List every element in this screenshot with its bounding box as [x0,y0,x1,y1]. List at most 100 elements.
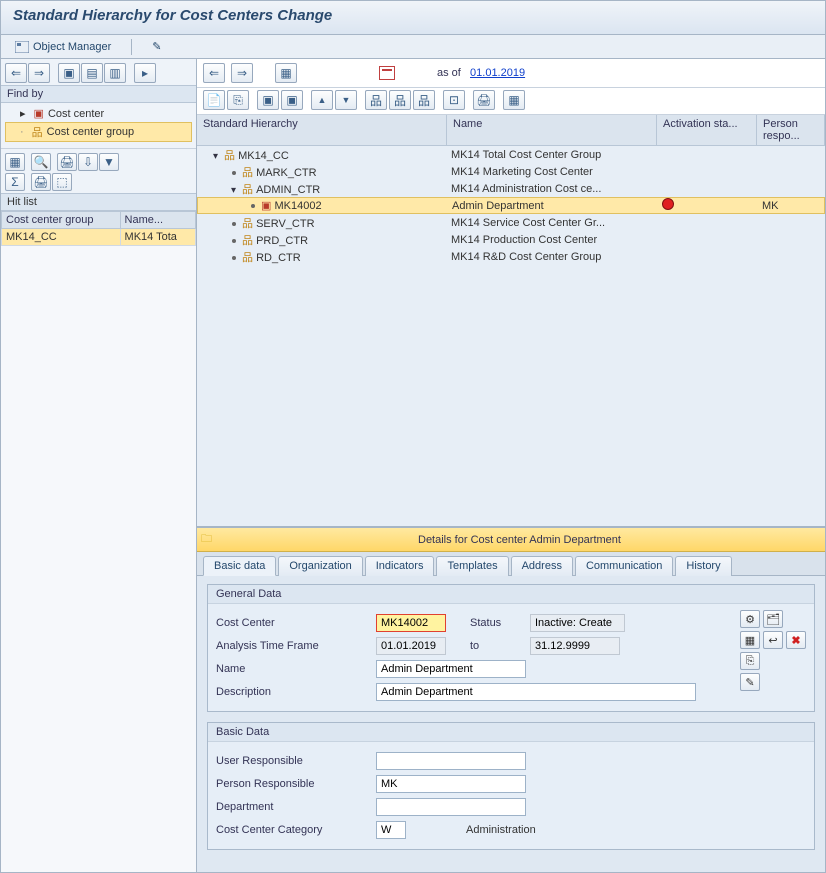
hit-col-group[interactable]: Cost center group [2,212,121,229]
tree-node-person [757,154,825,156]
hierarchy-icon: 品 [242,218,253,230]
tab-basic-data[interactable]: Basic data [203,556,276,576]
to-label: to [470,640,530,652]
copy-button[interactable]: ⎘ [740,652,760,670]
tree-row[interactable]: 品 PRD_CTRMK14 Production Cost Center [197,231,825,248]
user-responsible-input[interactable] [376,752,526,770]
find-button[interactable]: ⊡ [443,90,465,110]
nav-forward-button[interactable]: ⇒ [28,63,50,83]
tree-row[interactable]: ▣ MK14002Admin DepartmentMK [197,197,825,214]
tree-row[interactable]: 品 SERV_CTRMK14 Service Cost Center Gr... [197,214,825,231]
hit-row[interactable]: MK14_CC MK14 Tota [2,229,196,246]
nav-back-button[interactable]: ⇐ [203,63,225,83]
tree-row[interactable]: 品 RD_CTRMK14 R&D Cost Center Group [197,248,825,265]
edit-button[interactable]: ✎ [146,39,167,54]
tree-node-id: RD_CTR [256,252,301,264]
tree-row[interactable]: 品 MARK_CTRMK14 Marketing Cost Center [197,163,825,180]
name-input[interactable] [376,660,526,678]
person-responsible-input[interactable] [376,775,526,793]
department-label: Department [216,801,376,813]
collapse-icon[interactable]: ▾ [211,153,220,162]
tool4-button[interactable]: ↩ [763,631,783,649]
nav-back-button[interactable]: ⇐ [5,63,27,83]
hit-list: Cost center group Name... MK14_CC MK14 T… [1,211,196,872]
tree-node-activation [657,256,757,258]
find-item-cost-center[interactable]: ▸ ▣ Cost center [5,105,192,122]
delete-button[interactable]: ✖ [786,631,806,649]
cost-center-input[interactable] [376,614,446,632]
copy-button[interactable]: ⎘ [227,90,249,110]
layout2-button[interactable]: ▤ [81,63,103,83]
up-button[interactable]: ▲ [311,90,333,110]
export-button[interactable]: ⇩ [78,153,98,171]
layout3-button[interactable]: ▥ [104,63,126,83]
name-label: Name [216,663,376,675]
tool2-button[interactable]: 🗂 [763,610,783,628]
tool1-button[interactable]: ⚙ [740,610,760,628]
expand2-button[interactable]: 品 [389,90,411,110]
print2-button[interactable]: 🖨 [31,173,51,191]
period-button[interactable]: ▦ [275,63,297,83]
hit-col-name[interactable]: Name... [120,212,195,229]
print-button[interactable]: 🖨 [57,153,77,171]
tree-col-hierarchy[interactable]: Standard Hierarchy [197,115,447,145]
overflow-button[interactable]: ▸ [134,63,156,83]
department-input[interactable] [376,798,526,816]
object-manager-button[interactable]: Object Manager [9,40,117,54]
find-item-cost-center-group[interactable]: · 品 Cost center group [5,122,192,142]
cost-center-icon: ▣ [261,200,271,212]
tree-col-person[interactable]: Person respo... [757,115,825,145]
tree-col-name[interactable]: Name [447,115,657,145]
right-pane: ⇐ ⇒ ▦ as of 01.01.2019 📄 ⎘ ▣ ▣ ▲ [197,59,825,872]
hierarchy-icon: 品 [242,167,253,179]
tree-col-activation[interactable]: Activation sta... [657,115,757,145]
tree-node-person [757,171,825,173]
tree-row[interactable]: ▾品 MK14_CCMK14 Total Cost Center Group [197,146,825,163]
tree-header: Standard Hierarchy Name Activation sta..… [197,115,825,146]
tree-node-id: MARK_CTR [256,167,317,179]
tree-node-id: MK14002 [274,200,321,212]
tab-organization[interactable]: Organization [278,556,362,576]
description-input[interactable] [376,683,696,701]
leaf-icon [251,204,255,208]
details-tabs: Basic data Organization Indicators Templ… [197,552,825,576]
collapse-button[interactable]: 品 [413,90,435,110]
collapse-icon[interactable]: ▾ [229,187,238,196]
filter-button[interactable]: ▼ [99,153,119,171]
tab-communication[interactable]: Communication [575,556,673,576]
details-titlebar: 🗀 Details for Cost center Admin Departme… [197,528,825,552]
expand-button[interactable]: 品 [365,90,387,110]
tree-node-id: SERV_CTR [256,218,314,230]
tab-address[interactable]: Address [511,556,573,576]
nav-forward-button[interactable]: ⇒ [231,63,253,83]
cut-button[interactable]: ▣ [257,90,279,110]
layout1-button[interactable]: ▣ [58,63,80,83]
cost-center-category-label: Cost Center Category [216,824,376,836]
paste-button[interactable]: ▣ [281,90,303,110]
details-panel: 🗀 Details for Cost center Admin Departme… [197,527,825,872]
tab-history[interactable]: History [675,556,731,576]
tree-node-id: ADMIN_CTR [256,184,320,196]
status-label: Status [470,617,530,629]
tab-templates[interactable]: Templates [436,556,508,576]
edit-button[interactable]: ✎ [740,673,760,691]
cost-center-label: Cost Center [216,617,376,629]
display-button[interactable]: ▦ [5,153,25,171]
cost-center-category-text: Administration [466,824,536,836]
sum-button[interactable]: Σ [5,173,25,191]
tab-indicators[interactable]: Indicators [365,556,435,576]
down-button[interactable]: ▼ [335,90,357,110]
cost-center-category-input[interactable] [376,821,406,839]
tool3-button[interactable]: ▦ [740,631,760,649]
search-button[interactable]: 🔍 [31,153,51,171]
print-button[interactable]: 🖨 [473,90,495,110]
create-button[interactable]: 📄 [203,90,225,110]
cost-center-icon: ▣ [34,107,44,120]
tree-node-activation [657,188,757,190]
settings-button[interactable]: ▦ [503,90,525,110]
menubar: Object Manager ✎ [1,35,825,59]
excel-button[interactable]: ⬚ [52,173,72,191]
details-title: Details for Cost center Admin Department [218,534,821,546]
tree-row[interactable]: ▾品 ADMIN_CTRMK14 Administration Cost ce.… [197,180,825,197]
as-of-date[interactable]: 01.01.2019 [470,67,525,79]
